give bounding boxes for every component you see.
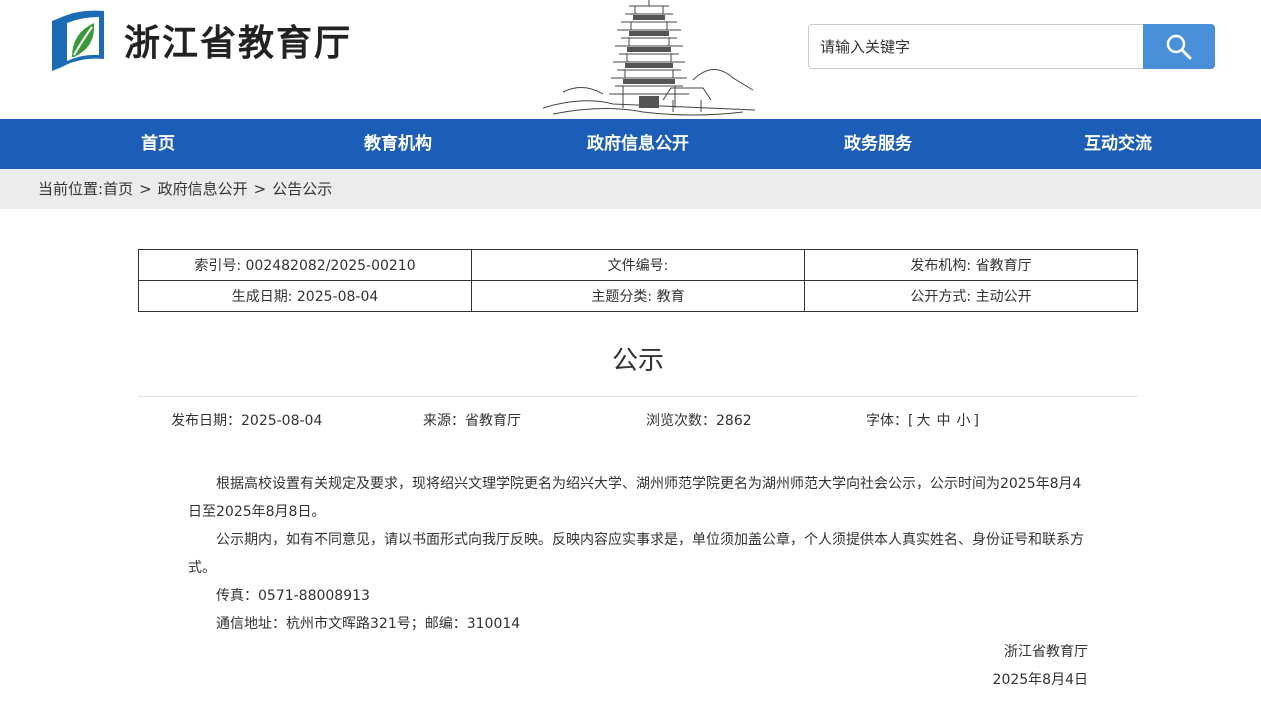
font-size-label: 字体：[ [866,413,914,429]
table-row: 索引号: 002482082/2025-00210 文件编号: 发布机构: 省教… [138,249,1138,281]
site-title: 浙江省教育厅 [124,22,353,64]
search-icon [1166,34,1192,59]
leaf-book-logo-icon [52,10,104,71]
meta-disclosure-mode: 公开方式: 主动公开 [804,280,1138,312]
search-button[interactable] [1143,24,1215,69]
nav-item-interaction[interactable]: 互动交流 [1084,119,1152,169]
article-paragraph: 根据高校设置有关规定及要求，现将绍兴文理学院更名为绍兴大学、湖州师范学院更名为湖… [188,476,1082,520]
main-nav: 首页 教育机构 政府信息公开 政务服务 互动交流 [0,119,1261,169]
signature-org: 浙江省教育厅 [1004,644,1088,660]
article-body: 根据高校设置有关规定及要求，现将绍兴文理学院更名为绍兴大学、湖州师范学院更名为湖… [188,470,1088,694]
nav-item-education-institutions[interactable]: 教育机构 [364,119,432,169]
breadcrumb-government-info[interactable]: 政府信息公开 [158,180,248,198]
article-title: 公示 [611,346,664,376]
breadcrumb: 当前位置:首页 > 政府信息公开 > 公告公示 [38,169,332,209]
meta-publisher: 发布机构: 省教育厅 [804,249,1138,281]
table-row: 生成日期: 2025-08-04 主题分类: 教育 公开方式: 主动公开 [138,280,1138,312]
article-paragraph: 公示期内，如有不同意见，请以书面形式向我厅反映。反映内容应实事求是，单位须加盖公… [188,532,1084,576]
mailing-address: 通信地址：杭州市文晖路321号；邮编：310014 [216,616,521,632]
view-count: 浏览次数：2862 [646,413,752,429]
pagoda-illustration-icon [543,0,755,116]
breadcrumb-bar: 当前位置:首页 > 政府信息公开 > 公告公示 [0,169,1261,209]
site-header: 浙江省教育厅 [0,0,1261,119]
signature-date: 2025年8月4日 [992,672,1088,688]
font-size-close: ] [973,413,979,429]
meta-index-number: 索引号: 002482082/2025-00210 [138,249,472,281]
font-size-selector: 字体：[大中小] [866,410,979,430]
fax-number: 传真：0571-88008913 [216,588,370,604]
site-logo[interactable]: 浙江省教育厅 [50,7,352,73]
font-size-medium-link[interactable]: 中 [936,413,950,429]
nav-item-home[interactable]: 首页 [141,119,175,169]
font-size-small-link[interactable]: 小 [956,413,970,429]
breadcrumb-separator: > [139,180,152,198]
breadcrumb-announcements[interactable]: 公告公示 [272,180,332,198]
nav-item-government-services[interactable]: 政务服务 [844,119,912,169]
breadcrumb-separator: > [253,180,267,198]
search-input[interactable] [808,24,1143,69]
meta-topic: 主题分类: 教育 [471,280,805,312]
nav-item-government-info[interactable]: 政府信息公开 [587,119,689,169]
title-divider [138,396,1138,397]
document-meta-table: 索引号: 002482082/2025-00210 文件编号: 发布机构: 省教… [138,249,1138,312]
font-size-large-link[interactable]: 大 [916,413,930,429]
breadcrumb-home[interactable]: 首页 [103,180,133,198]
breadcrumb-prefix: 当前位置: [38,180,104,198]
meta-file-number: 文件编号: [471,249,805,281]
article-source: 来源：省教育厅 [423,413,521,429]
meta-created-date: 生成日期: 2025-08-04 [138,280,472,312]
publish-date: 发布日期：2025-08-04 [171,413,323,429]
search-box [808,24,1215,69]
